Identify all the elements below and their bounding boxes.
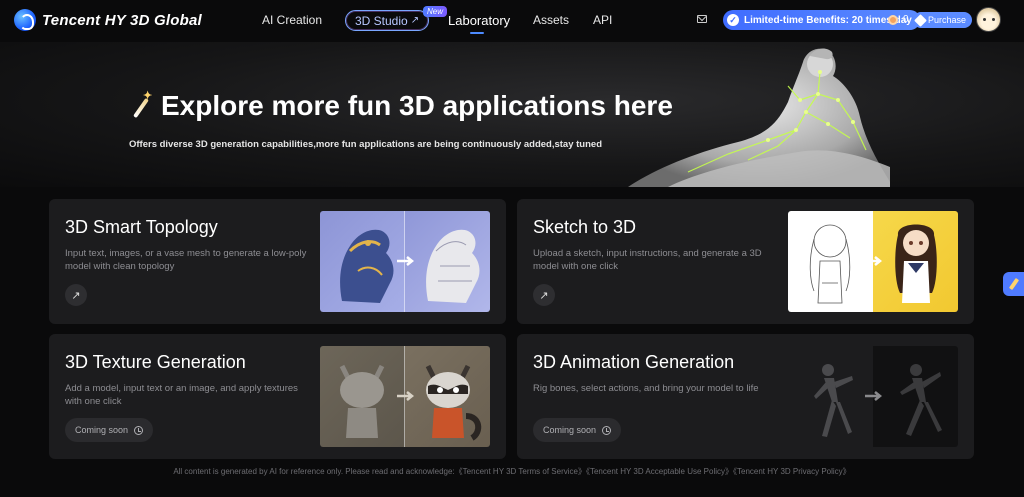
hero-title-text: Explore more fun 3D applications here xyxy=(161,90,673,121)
card-description: Input text, images, or a vase mesh to ge… xyxy=(65,248,307,272)
arrow-up-right-icon: ↗ xyxy=(539,289,549,302)
external-link-icon: ↗ xyxy=(410,15,420,26)
card-sketch-to-3d[interactable]: Sketch to 3D Upload a sketch, input inst… xyxy=(517,199,974,324)
gift-icon: ✓ xyxy=(727,14,739,26)
purchase-button[interactable]: Purchase xyxy=(913,12,973,28)
clock-icon xyxy=(134,425,144,435)
coming-soon-label: Coming soon xyxy=(75,425,129,435)
card-title: 3D Animation Generation xyxy=(533,352,735,372)
card-title: Sketch to 3D xyxy=(533,217,637,237)
animation-preview-image xyxy=(788,346,958,447)
top-nav: Tencent HY 3D Global AI Creation 3D Stud… xyxy=(0,0,1024,42)
coin-icon xyxy=(888,15,898,25)
brand-name: Tencent HY 3D Global xyxy=(42,11,202,29)
coming-soon-button: Coming soon xyxy=(65,418,154,442)
benefits-label: Limited-time Benefits: 20 times/day xyxy=(744,14,912,26)
coming-soon-label: Coming soon xyxy=(543,425,597,435)
hero-title: Explore more fun 3D applications here xyxy=(129,89,673,122)
hero-subtitle: Offers diverse 3D generation capabilitie… xyxy=(129,139,602,150)
purchase-label: Purchase xyxy=(928,15,967,25)
card-texture-generation[interactable]: 3D Texture Generation Add a model, input… xyxy=(49,334,506,459)
brand-logo[interactable]: Tencent HY 3D Global xyxy=(14,9,202,31)
coming-soon-button: Coming soon xyxy=(533,418,622,442)
statue-image xyxy=(628,48,890,187)
hero-banner: Explore more fun 3D applications here Of… xyxy=(0,42,1024,187)
active-tab-indicator xyxy=(470,32,484,34)
card-description: Add a model, input text or an image, and… xyxy=(65,383,298,407)
floating-wand-button[interactable] xyxy=(1003,272,1024,296)
card-title: 3D Smart Topology xyxy=(65,217,218,237)
topology-preview-image xyxy=(320,211,490,312)
logo-mark-icon xyxy=(14,9,36,31)
open-arrow-button[interactable]: ↗ xyxy=(533,284,555,306)
diamond-icon xyxy=(914,13,927,27)
magic-wand-icon xyxy=(129,89,155,119)
mail-icon[interactable] xyxy=(697,15,707,23)
avatar[interactable] xyxy=(976,7,1001,32)
card-animation-generation[interactable]: 3D Animation Generation Rig bones, selec… xyxy=(517,334,974,459)
card-description: Upload a sketch, input instructions, and… xyxy=(533,248,762,272)
nav-assets[interactable]: Assets xyxy=(533,13,569,27)
card-smart-topology[interactable]: 3D Smart Topology Input text, images, or… xyxy=(49,199,506,324)
card-description: Rig bones, select actions, and bring you… xyxy=(533,383,759,394)
disclaimer-footer: All content is generated by AI for refer… xyxy=(173,467,851,476)
nav-3d-studio-label: 3D Studio xyxy=(355,13,408,28)
texture-preview-image xyxy=(320,346,490,447)
open-arrow-button[interactable]: ↗ xyxy=(65,284,87,306)
right-arrow-icon xyxy=(397,391,415,401)
nav-laboratory[interactable]: Laboratory xyxy=(448,13,510,28)
nav-ai-creation[interactable]: AI Creation xyxy=(262,13,322,27)
card-title: 3D Texture Generation xyxy=(65,352,246,372)
right-arrow-icon xyxy=(865,256,883,266)
nav-3d-studio[interactable]: 3D Studio ↗ xyxy=(345,10,430,31)
right-arrow-icon xyxy=(865,391,883,401)
arrow-up-right-icon: ↗ xyxy=(71,289,81,302)
clock-icon xyxy=(602,425,612,435)
sketch-preview-image xyxy=(788,211,958,312)
nav-api[interactable]: API xyxy=(593,13,612,27)
new-badge: New xyxy=(423,6,448,17)
coin-count: 0 xyxy=(903,14,909,25)
right-arrow-icon xyxy=(397,256,415,266)
